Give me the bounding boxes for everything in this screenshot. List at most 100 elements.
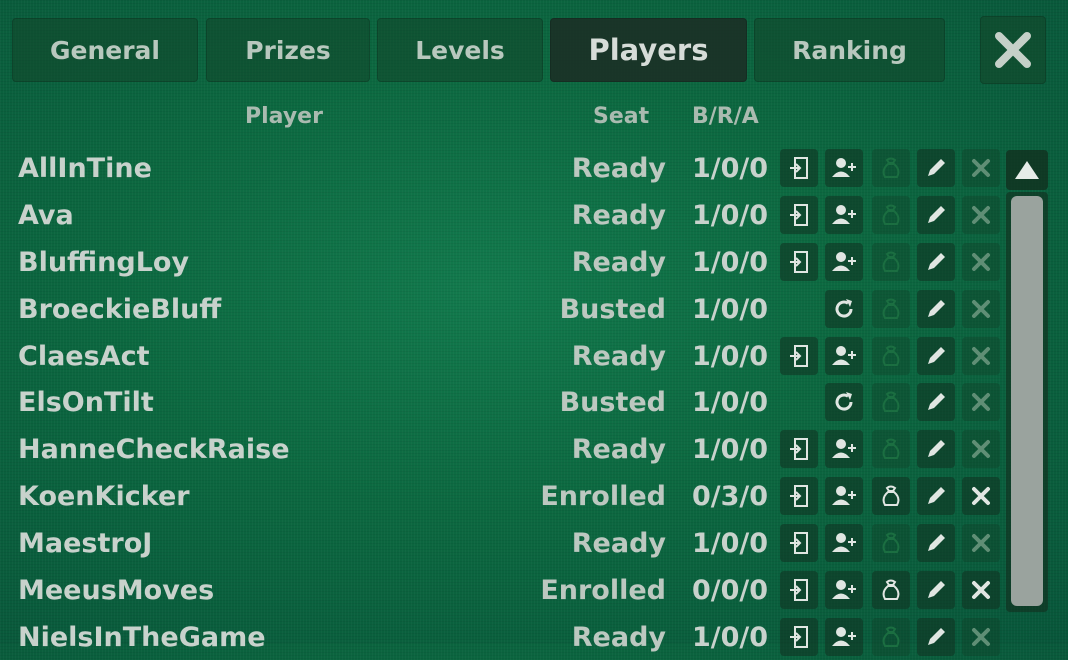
remove-button[interactable] <box>962 430 1000 468</box>
remove-x-icon <box>968 483 994 509</box>
scroll-up-button[interactable] <box>1006 150 1048 190</box>
seat-button[interactable] <box>780 243 818 281</box>
seat-door-icon <box>786 624 812 650</box>
remove-button[interactable] <box>962 337 1000 375</box>
addon-button[interactable] <box>872 149 910 187</box>
addon-button[interactable] <box>872 337 910 375</box>
addon-button[interactable] <box>872 243 910 281</box>
remove-button[interactable] <box>962 524 1000 562</box>
edit-button[interactable] <box>917 243 955 281</box>
remove-button[interactable] <box>962 618 1000 656</box>
remove-button[interactable] <box>962 571 1000 609</box>
seat-button[interactable] <box>780 524 818 562</box>
edit-button[interactable] <box>917 571 955 609</box>
edit-button[interactable] <box>917 618 955 656</box>
seat-status: Ready <box>571 153 666 184</box>
addon-button[interactable] <box>872 618 910 656</box>
remove-x-icon <box>968 249 994 275</box>
player-row[interactable]: AllInTine Ready 1/0/0 <box>0 147 1000 191</box>
edit-button[interactable] <box>917 477 955 515</box>
bra-value: 1/0/0 <box>692 153 769 184</box>
player-name: BluffingLoy <box>18 247 190 278</box>
edit-button[interactable] <box>917 383 955 421</box>
money-bag-icon <box>878 436 904 462</box>
seat-door-icon <box>786 202 812 228</box>
seat-door-icon <box>786 436 812 462</box>
edit-button[interactable] <box>917 149 955 187</box>
remove-x-icon <box>968 530 994 556</box>
addon-button[interactable] <box>872 383 910 421</box>
rebuy-button[interactable] <box>825 524 863 562</box>
player-row[interactable]: ElsOnTilt Busted 1/0/0 <box>0 381 1000 425</box>
bra-value: 1/0/0 <box>692 622 769 653</box>
money-bag-icon <box>878 249 904 275</box>
seat-button[interactable] <box>780 571 818 609</box>
seat-button[interactable] <box>780 337 818 375</box>
tab-general[interactable]: General <box>12 18 198 82</box>
bra-value: 1/0/0 <box>692 294 769 325</box>
edit-button[interactable] <box>917 430 955 468</box>
rejoin-button[interactable] <box>825 383 863 421</box>
edit-button[interactable] <box>917 290 955 328</box>
tab-ranking[interactable]: Ranking <box>754 18 945 82</box>
rebuy-button[interactable] <box>825 430 863 468</box>
addon-button[interactable] <box>872 290 910 328</box>
seat-door-icon <box>786 530 812 556</box>
addon-button[interactable] <box>872 196 910 234</box>
player-row[interactable]: BluffingLoy Ready 1/0/0 <box>0 241 1000 285</box>
addon-button[interactable] <box>872 430 910 468</box>
rebuy-button[interactable] <box>825 477 863 515</box>
money-bag-icon <box>878 530 904 556</box>
rebuy-button[interactable] <box>825 243 863 281</box>
rejoin-button[interactable] <box>825 290 863 328</box>
seat-button[interactable] <box>780 430 818 468</box>
edit-button[interactable] <box>917 524 955 562</box>
remove-x-icon <box>968 343 994 369</box>
pencil-icon <box>923 436 949 462</box>
addon-button[interactable] <box>872 477 910 515</box>
remove-button[interactable] <box>962 290 1000 328</box>
player-row[interactable]: KoenKicker Enrolled 0/3/0 <box>0 475 1000 519</box>
seat-button[interactable] <box>780 477 818 515</box>
rebuy-button[interactable] <box>825 149 863 187</box>
rebuy-button[interactable] <box>825 571 863 609</box>
remove-button[interactable] <box>962 383 1000 421</box>
add-user-icon <box>831 202 857 228</box>
bra-value: 1/0/0 <box>692 434 769 465</box>
seat-button[interactable] <box>780 618 818 656</box>
pencil-icon <box>923 296 949 322</box>
tab-players[interactable]: Players <box>550 18 747 82</box>
player-row[interactable]: MeeusMoves Enrolled 0/0/0 <box>0 569 1000 613</box>
seat-button[interactable] <box>780 149 818 187</box>
remove-button[interactable] <box>962 149 1000 187</box>
seat-status: Ready <box>571 622 666 653</box>
remove-button[interactable] <box>962 243 1000 281</box>
close-button[interactable] <box>980 16 1046 84</box>
edit-button[interactable] <box>917 196 955 234</box>
pencil-icon <box>923 202 949 228</box>
player-row[interactable]: BroeckieBluff Busted 1/0/0 <box>0 288 1000 332</box>
pencil-icon <box>923 577 949 603</box>
add-user-icon <box>831 530 857 556</box>
player-row[interactable]: Ava Ready 1/0/0 <box>0 194 1000 238</box>
tab-levels[interactable]: Levels <box>377 18 543 82</box>
tab-prizes[interactable]: Prizes <box>206 18 370 82</box>
addon-button[interactable] <box>872 571 910 609</box>
player-row[interactable]: HanneCheckRaise Ready 1/0/0 <box>0 428 1000 472</box>
player-row[interactable]: ClaesAct Ready 1/0/0 <box>0 335 1000 379</box>
rebuy-button[interactable] <box>825 337 863 375</box>
scrollbar-thumb[interactable] <box>1011 196 1043 606</box>
seat-button[interactable] <box>780 196 818 234</box>
edit-button[interactable] <box>917 337 955 375</box>
player-row[interactable]: NielsInTheGame Ready 1/0/0 <box>0 616 1000 660</box>
addon-button[interactable] <box>872 524 910 562</box>
player-name: ClaesAct <box>18 341 150 372</box>
column-header-player: Player <box>245 104 323 129</box>
remove-x-icon <box>968 155 994 181</box>
remove-button[interactable] <box>962 196 1000 234</box>
rebuy-button[interactable] <box>825 618 863 656</box>
seat-door-icon <box>786 249 812 275</box>
rebuy-button[interactable] <box>825 196 863 234</box>
player-row[interactable]: MaestroJ Ready 1/0/0 <box>0 522 1000 566</box>
remove-button[interactable] <box>962 477 1000 515</box>
